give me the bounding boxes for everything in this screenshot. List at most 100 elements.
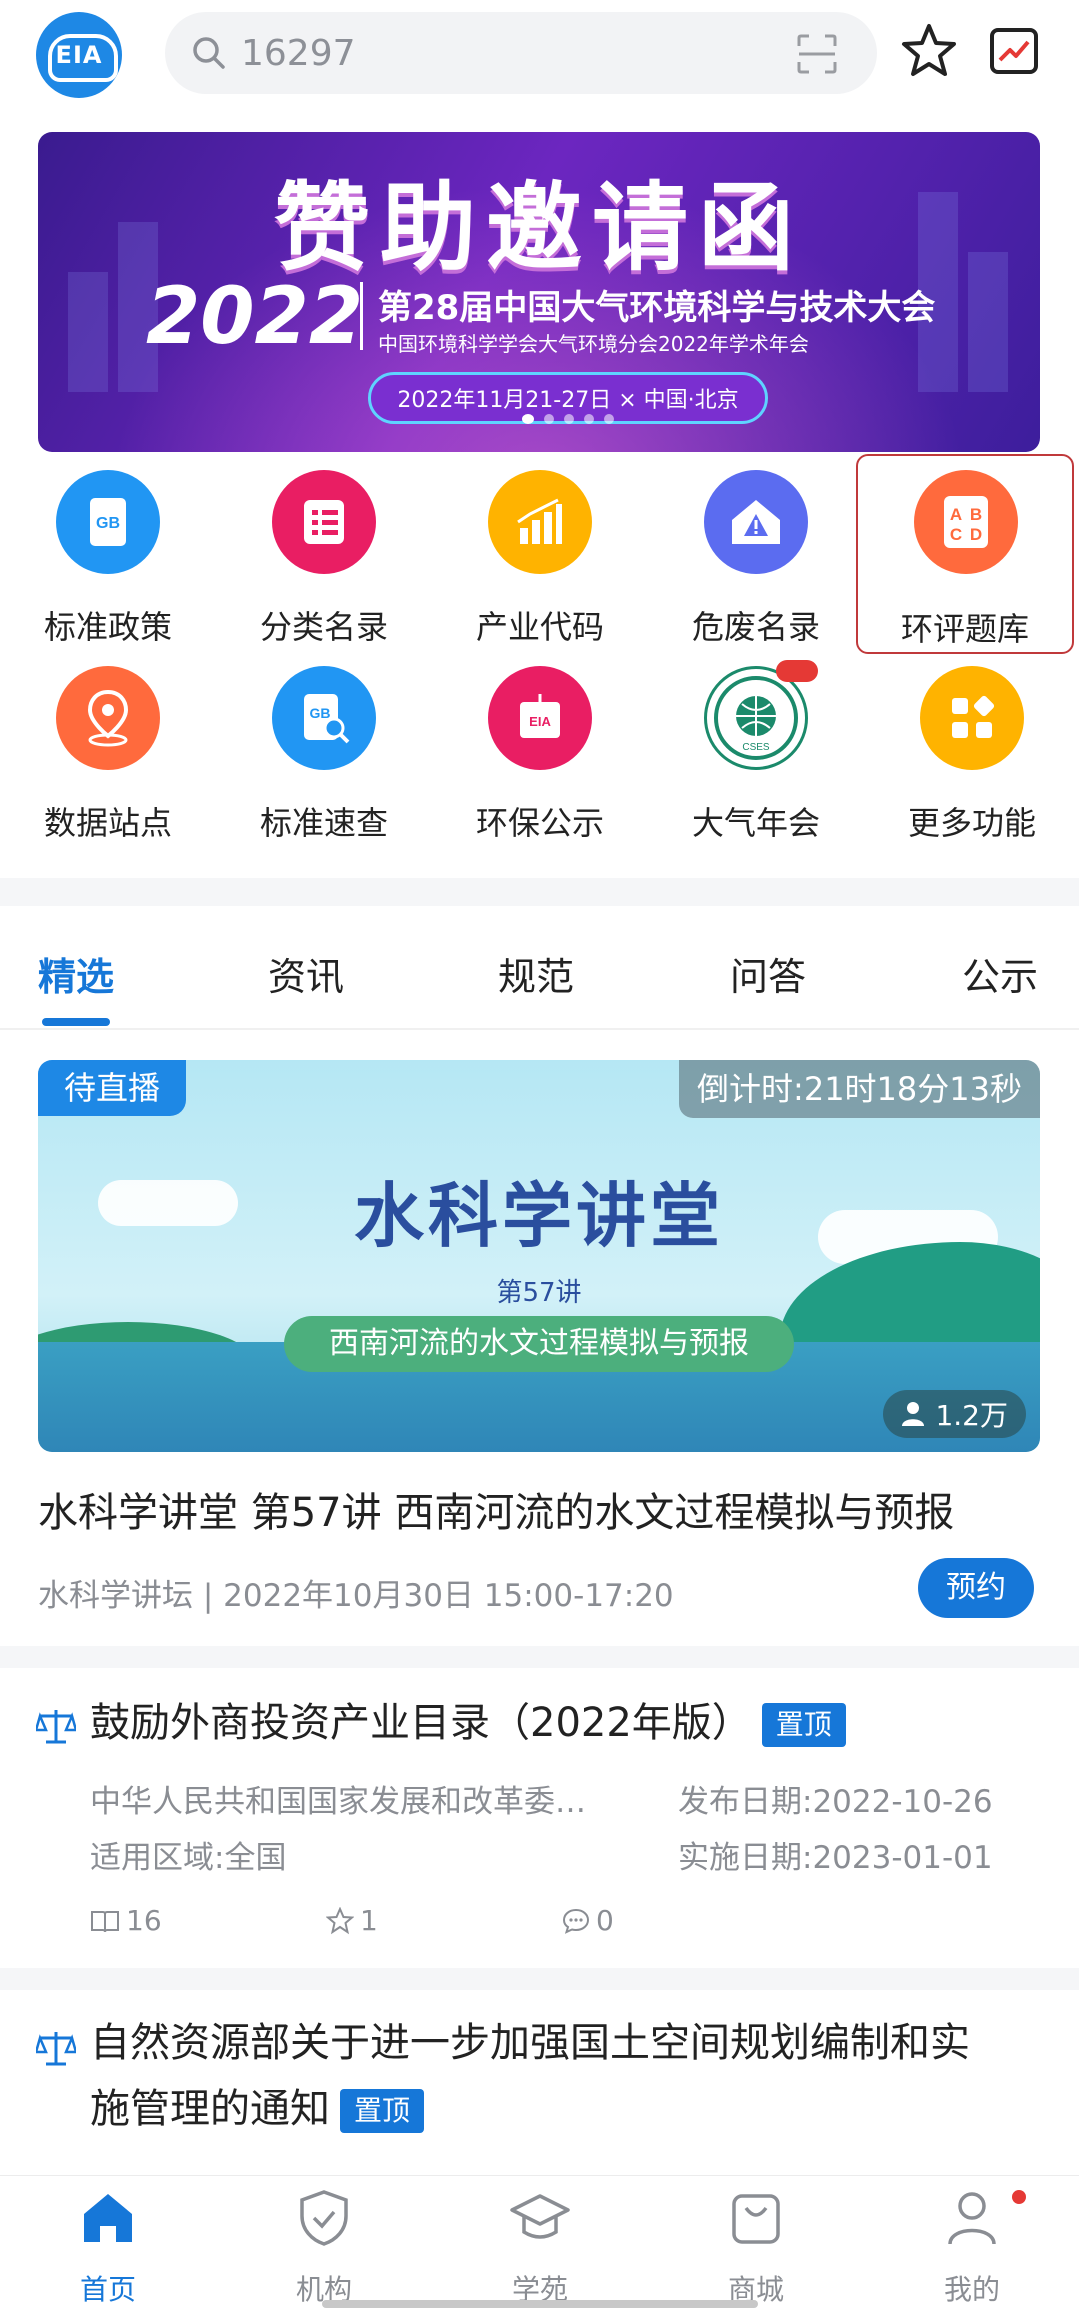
tab-featured[interactable]: 精选 bbox=[38, 946, 114, 1001]
gb-search-icon: GB bbox=[272, 666, 376, 770]
tab-standards[interactable]: 规范 bbox=[498, 946, 574, 1001]
nav-label: 首页 bbox=[79, 2273, 136, 2306]
star-icon[interactable] bbox=[900, 22, 958, 80]
doc-title-text: 鼓励外商投资产业目录（2022年版） bbox=[90, 1700, 752, 1746]
bottom-navigation: 首页 机构 学苑 商城 我的 bbox=[0, 2175, 1079, 2315]
doc-title[interactable]: 自然资源部关于进一步加强国土空间规划编制和实 施管理的通知 置顶 bbox=[90, 2010, 1040, 2142]
nav-home[interactable]: 首页 bbox=[0, 2176, 216, 2315]
grid-item-eia-question-bank[interactable]: ABCD 环评题库 bbox=[856, 454, 1074, 654]
carousel-dot[interactable] bbox=[584, 414, 594, 424]
grid-item-more-features[interactable]: 更多功能 bbox=[864, 656, 1079, 846]
svg-text:B: B bbox=[970, 505, 982, 524]
shield-check-icon bbox=[300, 2190, 348, 2246]
tab-qa[interactable]: 问答 bbox=[730, 946, 806, 1001]
grid-item-label: 标准政策 bbox=[43, 608, 172, 646]
star-outline-icon bbox=[326, 1906, 354, 1934]
book-icon bbox=[91, 1910, 119, 1932]
list-icon bbox=[272, 470, 376, 574]
carousel-dot[interactable] bbox=[604, 414, 614, 424]
doc-effective-date: 实施日期:2023-01-01 bbox=[678, 1840, 993, 1876]
svg-text:C: C bbox=[950, 525, 962, 544]
svg-text:GB: GB bbox=[310, 705, 331, 721]
nav-academy[interactable]: 学苑 bbox=[432, 2176, 648, 2315]
live-cover-image[interactable]: 待直播 倒计时:21时18分13秒 水科学讲堂 第57讲 西南河流的水文过程模拟… bbox=[38, 1060, 1040, 1452]
carousel-dot[interactable] bbox=[522, 414, 534, 424]
carousel-dots[interactable] bbox=[522, 414, 614, 424]
promo-banner[interactable]: 赞助邀请函 2022 第28届中国大气环境科学与技术大会 中国环境科学学会大气环… bbox=[38, 132, 1040, 452]
banner-title: 赞助邀请函 bbox=[274, 172, 804, 284]
search-input[interactable]: 16297 bbox=[241, 33, 356, 74]
tab-notices[interactable]: 公示 bbox=[962, 946, 1038, 1001]
banner-decor bbox=[68, 272, 108, 392]
svg-text:D: D bbox=[970, 525, 982, 544]
nav-institutions[interactable]: 机构 bbox=[216, 2176, 432, 2315]
grid-item-atmosphere-conference[interactable]: CSES 大气年会 bbox=[648, 656, 864, 846]
reserve-button[interactable]: 预约 bbox=[918, 1558, 1034, 1618]
doc-region: 适用区域:全国 bbox=[90, 1840, 287, 1876]
grid-item-industry-code[interactable]: 产业代码 bbox=[432, 460, 648, 650]
grid-item-label: 环保公示 bbox=[475, 804, 604, 842]
grid-item-label: 分类名录 bbox=[259, 608, 388, 646]
gb-doc-icon: GB bbox=[56, 470, 160, 574]
banner-divider bbox=[360, 282, 363, 350]
user-profile-icon bbox=[948, 2192, 996, 2245]
nav-mall[interactable]: 商城 bbox=[648, 2176, 864, 2315]
year-badge bbox=[776, 660, 818, 682]
live-card-meta: 水科学讲坛 | 2022年10月30日 15:00-17:20 bbox=[38, 1578, 674, 1614]
grid-item-standard-lookup[interactable]: GB 标准速查 bbox=[216, 656, 432, 846]
grid-item-label: 标准速查 bbox=[259, 804, 388, 842]
banner-subtitle: 中国环境科学学会大气环境分会2022年学术年会 bbox=[378, 332, 809, 356]
location-icon bbox=[56, 666, 160, 770]
svg-text:A: A bbox=[950, 505, 962, 524]
abcd-icon: ABCD bbox=[914, 470, 1018, 574]
doc-title-text: 施管理的通知 bbox=[90, 2086, 330, 2132]
app-logo[interactable]: EIA bbox=[36, 12, 122, 98]
nav-label: 我的 bbox=[943, 2273, 1000, 2306]
grid-item-label: 环评题库 bbox=[900, 610, 1029, 648]
doc-title[interactable]: 鼓励外商投资产业目录（2022年版） 置顶 bbox=[90, 1690, 1040, 1756]
graduation-cap-icon bbox=[510, 2194, 570, 2239]
grid-item-standard-policy[interactable]: GB 标准政策 bbox=[0, 460, 216, 650]
tab-news[interactable]: 资讯 bbox=[268, 946, 344, 1001]
section-divider bbox=[0, 1646, 1079, 1668]
shopping-bag-icon bbox=[732, 2194, 780, 2244]
read-count: 16 bbox=[90, 1904, 162, 1937]
carousel-dot[interactable] bbox=[564, 414, 574, 424]
cover-subtitle: 西南河流的水文过程模拟与预报 bbox=[284, 1316, 794, 1372]
content-tabs: 精选 资讯 规范 问答 公示 bbox=[0, 900, 1079, 1030]
live-card-title[interactable]: 水科学讲堂 第57讲 西南河流的水文过程模拟与预报 bbox=[38, 1480, 954, 1538]
doc-publish-date: 发布日期:2022-10-26 bbox=[678, 1784, 993, 1820]
read-count-value: 16 bbox=[126, 1904, 162, 1937]
grid-item-label: 危废名录 bbox=[691, 608, 820, 646]
trend-icon[interactable] bbox=[988, 24, 1042, 78]
doc-title-line: 自然资源部关于进一步加强国土空间规划编制和实 bbox=[90, 2020, 970, 2066]
grid-item-eia-notice[interactable]: EIA 环保公示 bbox=[432, 656, 648, 846]
comment-count[interactable]: 0 bbox=[562, 1904, 614, 1937]
scale-icon bbox=[36, 1710, 76, 1744]
grid-item-hazardous-waste[interactable]: 危废名录 bbox=[648, 460, 864, 650]
grid-item-data-station[interactable]: 数据站点 bbox=[0, 656, 216, 846]
svg-text:GB: GB bbox=[96, 515, 120, 532]
live-status-badge: 待直播 bbox=[38, 1060, 187, 1116]
pinned-tag: 置顶 bbox=[340, 2089, 425, 2133]
grid-item-label: 数据站点 bbox=[43, 804, 172, 842]
warning-house-icon bbox=[704, 470, 808, 574]
countdown-timer: 倒计时:21时18分13秒 bbox=[679, 1060, 1040, 1118]
scale-icon bbox=[36, 2032, 76, 2066]
more-apps-icon bbox=[920, 666, 1024, 770]
list-item[interactable]: 鼓励外商投资产业目录（2022年版） 置顶 中华人民共和国国家发展和改革委… 发布… bbox=[0, 1668, 1079, 1968]
grid-item-label: 大气年会 bbox=[691, 804, 820, 842]
carousel-dot[interactable] bbox=[544, 414, 554, 424]
eia-board-icon: EIA bbox=[488, 666, 592, 770]
search-bar[interactable]: 16297 bbox=[165, 12, 877, 94]
list-item[interactable]: 自然资源部关于进一步加强国土空间规划编制和实 施管理的通知 置顶 bbox=[0, 1990, 1079, 2175]
bar-chart-icon bbox=[488, 470, 592, 574]
star-count[interactable]: 1 bbox=[326, 1904, 378, 1937]
home-icon bbox=[84, 2194, 132, 2242]
view-count: 1.2万 bbox=[883, 1390, 1026, 1438]
nav-profile[interactable]: 我的 bbox=[864, 2176, 1079, 2315]
scan-icon[interactable] bbox=[797, 34, 837, 74]
view-count-value: 1.2万 bbox=[935, 1399, 1008, 1432]
grid-item-label: 产业代码 bbox=[475, 608, 604, 646]
grid-item-category-list[interactable]: 分类名录 bbox=[216, 460, 432, 650]
